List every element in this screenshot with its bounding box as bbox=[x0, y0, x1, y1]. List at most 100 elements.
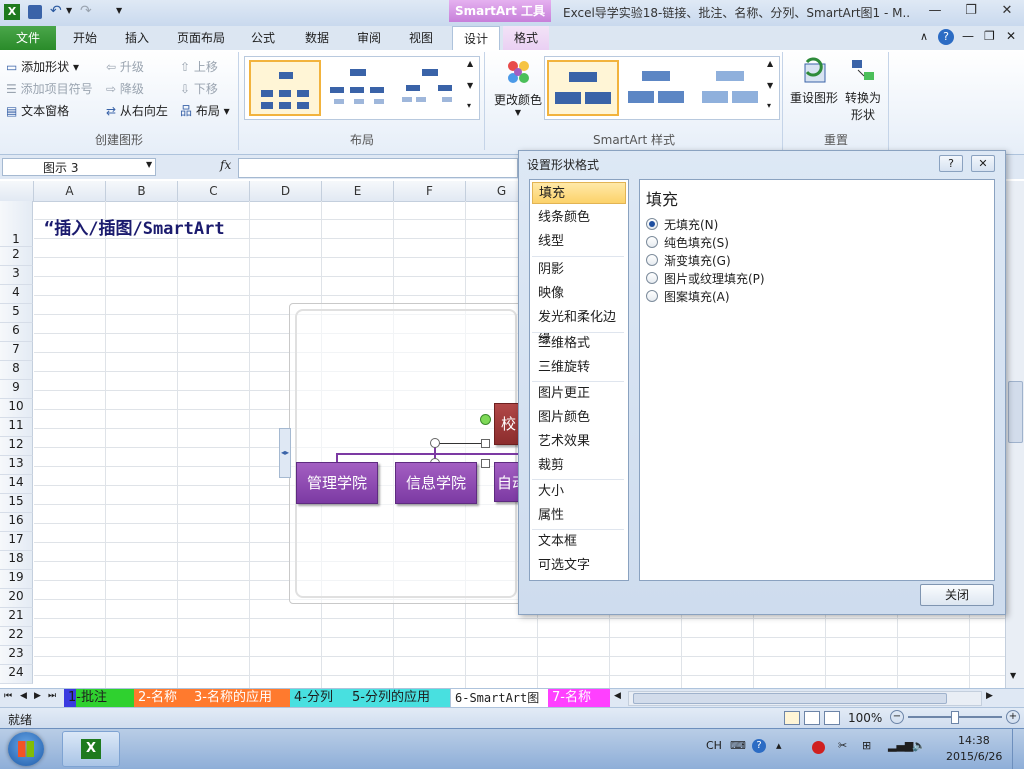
rotate-handle[interactable] bbox=[480, 414, 491, 425]
sheet-tab[interactable]: 4-分列 bbox=[290, 689, 348, 707]
vertical-scrollbar[interactable]: ▼ bbox=[1005, 181, 1024, 688]
nav-fill[interactable]: 填充 bbox=[532, 182, 626, 204]
sheet-tab[interactable]: 7-名称 bbox=[548, 689, 610, 707]
row-header[interactable]: 20 bbox=[0, 589, 33, 608]
column-header[interactable]: D bbox=[250, 181, 322, 201]
nav-alt-text[interactable]: 可选文字 bbox=[532, 555, 626, 577]
ime-help-icon[interactable]: ? bbox=[752, 739, 766, 753]
nav-line-style[interactable]: 线型 bbox=[532, 231, 626, 253]
gallery-scroll-down-icon[interactable]: ▼ bbox=[467, 81, 473, 90]
row-header[interactable]: 6 bbox=[0, 323, 33, 342]
nav-3d-rotation[interactable]: 三维旋转 bbox=[532, 357, 626, 379]
move-down-button[interactable]: ⇩ 下移 bbox=[180, 80, 218, 97]
gallery-scroll-up-icon[interactable]: ▲ bbox=[467, 59, 473, 68]
row-header[interactable]: 18 bbox=[0, 551, 33, 570]
resize-handle[interactable] bbox=[430, 438, 440, 448]
right-to-left-button[interactable]: ⇄ 从右向左 bbox=[106, 102, 168, 119]
nav-size[interactable]: 大小 bbox=[532, 481, 626, 503]
move-up-button[interactable]: ⇧ 上移 bbox=[180, 58, 218, 75]
sheet-tab-active[interactable]: 6-SmartArt图 bbox=[450, 689, 552, 708]
name-box-dropdown-icon[interactable]: ▼ bbox=[146, 160, 152, 169]
row-header[interactable]: 3 bbox=[0, 266, 33, 285]
row-header[interactable]: 10 bbox=[0, 399, 33, 418]
tab-design[interactable]: 设计 bbox=[452, 26, 500, 51]
zoom-out-icon[interactable]: − bbox=[890, 710, 904, 724]
nav-glow-soft-edges[interactable]: 发光和柔化边缘 bbox=[532, 307, 626, 347]
horizontal-scrollbar[interactable] bbox=[628, 691, 982, 706]
dialog-close-icon[interactable]: ✕ bbox=[971, 155, 995, 172]
page-layout-view-icon[interactable] bbox=[804, 711, 820, 725]
close-icon[interactable]: ✕ bbox=[996, 2, 1018, 20]
layout-thumb-org-chart[interactable] bbox=[249, 60, 321, 116]
workbook-restore-icon[interactable]: ❐ bbox=[984, 29, 995, 43]
nav-properties[interactable]: 属性 bbox=[532, 505, 626, 527]
reset-graphic-button[interactable]: 重设图形 bbox=[788, 56, 840, 106]
gallery-more-icon[interactable]: ▾ bbox=[467, 101, 471, 110]
minimize-icon[interactable]: — bbox=[924, 2, 946, 20]
sheet-nav-last-icon[interactable]: ⏭ bbox=[48, 691, 56, 701]
column-header[interactable]: E bbox=[322, 181, 394, 201]
row-header[interactable]: 16 bbox=[0, 513, 33, 532]
help-icon[interactable]: ? bbox=[938, 29, 954, 45]
gradient-fill-radio[interactable] bbox=[646, 254, 658, 266]
tab-formulas[interactable]: 公式 bbox=[240, 26, 286, 50]
excel-app-icon[interactable]: X bbox=[4, 4, 20, 20]
tab-insert[interactable]: 插入 bbox=[114, 26, 160, 50]
style-thumb-2[interactable] bbox=[621, 60, 691, 114]
language-indicator[interactable]: CH bbox=[706, 739, 722, 752]
qat-customize-icon[interactable]: ▼ bbox=[116, 6, 122, 15]
styles-more-icon[interactable]: ▾ bbox=[767, 101, 771, 110]
row-header[interactable]: 21 bbox=[0, 608, 33, 627]
row-header[interactable]: 14 bbox=[0, 475, 33, 494]
no-fill-label[interactable]: 无填充(N) bbox=[664, 216, 718, 233]
network-icon[interactable]: ▂▄▆ bbox=[888, 739, 913, 752]
workbook-minimize-icon[interactable]: — bbox=[962, 29, 974, 43]
h-scroll-left-icon[interactable]: ◀ bbox=[614, 691, 621, 701]
undo-icon[interactable]: ↶ bbox=[50, 3, 62, 19]
sheet-tab[interactable]: 3-名称的应用 bbox=[190, 689, 292, 707]
zoom-slider-thumb[interactable] bbox=[951, 711, 959, 724]
text-pane-toggle[interactable]: ◂▸ bbox=[279, 428, 291, 478]
layout-thumb-hierarchy[interactable] bbox=[323, 60, 393, 114]
resize-handle[interactable] bbox=[481, 439, 490, 448]
row-header[interactable]: 5 bbox=[0, 304, 33, 323]
zoom-level[interactable]: 100% bbox=[848, 711, 882, 725]
nav-reflection[interactable]: 映像 bbox=[532, 283, 626, 305]
column-header[interactable]: B bbox=[106, 181, 178, 201]
row-header[interactable]: 15 bbox=[0, 494, 33, 513]
demote-button[interactable]: ⇨ 降级 bbox=[106, 80, 144, 97]
clock-time[interactable]: 14:38 bbox=[958, 734, 990, 747]
tools-icon[interactable]: ✂ bbox=[838, 739, 847, 752]
tray-expand-icon[interactable]: ▴ bbox=[776, 739, 782, 752]
taskbar-excel-button[interactable]: X bbox=[62, 731, 120, 767]
pattern-fill-radio[interactable] bbox=[646, 290, 658, 302]
promote-button[interactable]: ⇦ 升级 bbox=[106, 58, 144, 75]
sheet-nav-prev-icon[interactable]: ◀ bbox=[20, 691, 27, 701]
row-header[interactable]: 22 bbox=[0, 627, 33, 646]
workbook-close-icon[interactable]: ✕ bbox=[1006, 29, 1016, 43]
nav-text-box[interactable]: 文本框 bbox=[532, 531, 626, 553]
row-header[interactable]: 17 bbox=[0, 532, 33, 551]
sheet-tab[interactable]: 1-批注 bbox=[64, 689, 136, 707]
tab-data[interactable]: 数据 bbox=[294, 26, 340, 50]
style-thumb-3[interactable] bbox=[695, 60, 765, 114]
nav-3d-format[interactable]: 三维格式 bbox=[532, 333, 626, 355]
smartart-node[interactable]: 自动 bbox=[494, 462, 521, 502]
sheet-tab[interactable]: 5-分列的应用 bbox=[348, 689, 450, 707]
smartart-node[interactable]: 管理学院 bbox=[296, 462, 378, 504]
column-header[interactable]: C bbox=[178, 181, 250, 201]
select-all-corner[interactable] bbox=[0, 181, 34, 201]
save-icon[interactable] bbox=[28, 5, 42, 19]
column-header[interactable]: F bbox=[394, 181, 466, 201]
change-colors-button[interactable]: 更改颜色 ▼ bbox=[490, 58, 546, 124]
gradient-fill-label[interactable]: 渐变填充(G) bbox=[664, 252, 731, 269]
row-header[interactable]: 4 bbox=[0, 285, 33, 304]
row-header[interactable]: 11 bbox=[0, 418, 33, 437]
tab-file[interactable]: 文件 bbox=[0, 26, 56, 50]
row-header[interactable]: 9 bbox=[0, 380, 33, 399]
redo-icon[interactable]: ↷ bbox=[80, 3, 92, 19]
h-scroll-right-icon[interactable]: ▶ bbox=[986, 691, 993, 701]
nav-artistic-effects[interactable]: 艺术效果 bbox=[532, 431, 626, 453]
pattern-fill-label[interactable]: 图案填充(A) bbox=[664, 288, 730, 305]
nav-crop[interactable]: 裁剪 bbox=[532, 455, 626, 477]
